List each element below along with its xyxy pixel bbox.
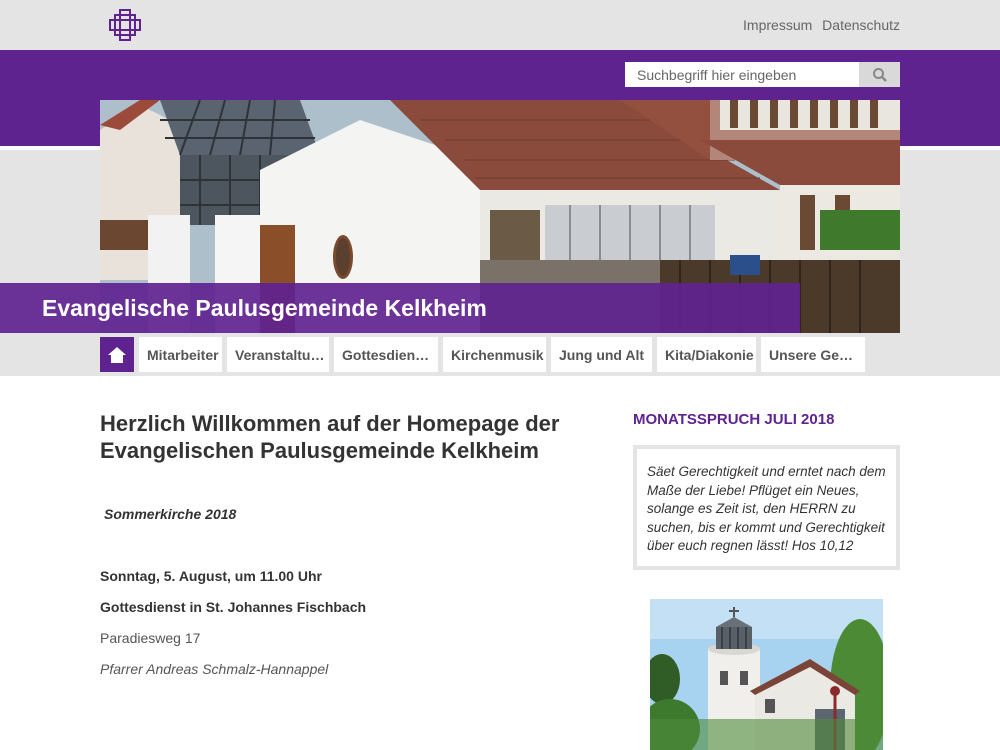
nav-item-gottesdienste[interactable]: Gottesdien… <box>334 337 438 372</box>
church-logo-icon[interactable] <box>107 8 143 42</box>
event-date: Sonntag, 5. August, um 11.00 Uhr <box>100 568 322 584</box>
nav-home-button[interactable] <box>100 337 134 372</box>
search-icon <box>872 67 887 82</box>
nav-item-unsere-gemeinde[interactable]: Unsere Ge… <box>761 337 865 372</box>
main-nav: Mitarbeiter Veranstaltu… Gottesdien… Kir… <box>100 337 870 372</box>
home-icon <box>108 346 126 363</box>
nav-item-mitarbeiter[interactable]: Mitarbeiter <box>139 337 222 372</box>
search-input[interactable] <box>625 62 859 87</box>
nav-item-kirchenmusik[interactable]: Kirchenmusik <box>443 337 546 372</box>
nav-item-veranstaltungen[interactable]: Veranstaltu… <box>227 337 329 372</box>
page-title-line1: Herzlich Willkommen auf der Homepage der <box>100 411 560 436</box>
nav-item-kita-diakonie[interactable]: Kita/Diakonie <box>657 337 756 372</box>
sidebar-heading: MONATSSPRUCH JULI 2018 <box>633 411 835 428</box>
event-address: Paradiesweg 17 <box>100 630 201 646</box>
top-links: Impressum Datenschutz <box>737 17 900 33</box>
monthly-verse-box: Säet Gerechtigkeit und erntet nach dem M… <box>633 445 900 570</box>
search-bar <box>625 62 900 87</box>
church-photo <box>650 599 883 750</box>
monthly-verse-text: Säet Gerechtigkeit und erntet nach dem M… <box>647 464 886 553</box>
datenschutz-link[interactable]: Datenschutz <box>822 17 900 33</box>
impressum-link[interactable]: Impressum <box>743 17 812 33</box>
page-title: Herzlich Willkommen auf der Homepage der… <box>100 410 620 464</box>
nav-item-jung-und-alt[interactable]: Jung und Alt <box>551 337 652 372</box>
church-image[interactable] <box>650 599 883 750</box>
event-pastor: Pfarrer Andreas Schmalz-Hannappel <box>100 661 329 677</box>
section-subtitle: Sommerkirche 2018 <box>104 506 237 522</box>
hero-title: Evangelische Paulusgemeinde Kelkheim <box>0 283 800 333</box>
search-button[interactable] <box>859 62 900 87</box>
page-title-line2: Evangelischen Paulusgemeinde Kelkheim <box>100 438 539 463</box>
event-service: Gottesdienst in St. Johannes Fischbach <box>100 599 367 615</box>
